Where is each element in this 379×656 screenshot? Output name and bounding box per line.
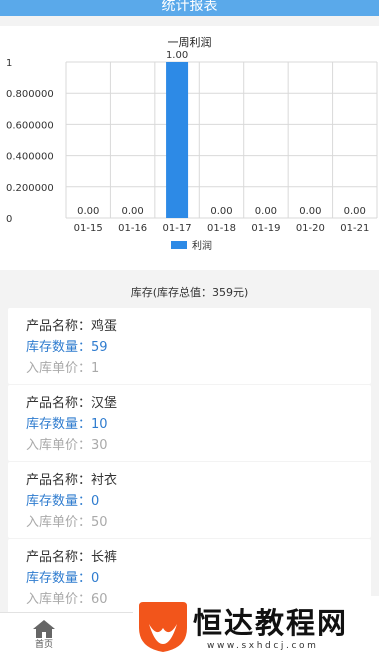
data-label: 0.00 xyxy=(344,206,366,217)
stock-quantity: 库存数量：0 xyxy=(26,494,100,509)
y-tick-label: 0 xyxy=(6,214,12,225)
x-tick-label: 01-18 xyxy=(207,223,236,234)
data-label: 0.00 xyxy=(77,206,99,217)
inventory-title: 库存(库存总值：359元) xyxy=(0,278,379,308)
tab-home[interactable]: 首页 xyxy=(22,619,66,655)
x-tick-label: 01-21 xyxy=(340,223,369,234)
watermark-title: 恒达教程网 xyxy=(193,606,349,640)
y-tick-label: 0.600000 xyxy=(6,120,54,131)
data-label: 0.00 xyxy=(122,206,144,217)
data-label: 0.00 xyxy=(299,206,321,217)
chart-title: 一周利润 xyxy=(167,36,212,49)
inventory-item-card[interactable]: 产品名称：鸡蛋 库存数量：59 入库单价：1 xyxy=(8,308,371,384)
x-tick-label: 01-15 xyxy=(74,223,103,234)
page-title: 统计报表 xyxy=(161,0,218,14)
stock-quantity: 库存数量：59 xyxy=(26,340,108,355)
product-name: 产品名称：汉堡 xyxy=(26,396,118,411)
y-tick-label: 1 xyxy=(6,58,12,69)
data-label: 1.00 xyxy=(166,50,188,61)
app-header: 统计报表 xyxy=(0,0,379,16)
unit-price: 入库单价：1 xyxy=(26,361,100,376)
watermark-logo-icon xyxy=(139,602,187,652)
unit-price: 入库单价：30 xyxy=(26,438,108,453)
product-name: 产品名称：衬衣 xyxy=(26,473,118,488)
product-name: 产品名称：鸡蛋 xyxy=(26,319,118,334)
tab-home-label: 首页 xyxy=(34,640,53,650)
inventory-section: 库存(库存总值：359元) 产品名称：鸡蛋 库存数量：59 入库单价：1 产品名… xyxy=(0,278,379,612)
legend-swatch xyxy=(171,241,187,249)
profit-bar-chart: 0 0.200000 0.400000 0.600000 0.800000 1 0.00 01… xyxy=(6,50,378,252)
y-tick-label: 0.800000 xyxy=(6,89,54,100)
watermark-banner: 恒达教程网 www.sxhdcj.com xyxy=(133,596,379,656)
bar xyxy=(166,62,189,218)
x-tick-label: 01-19 xyxy=(251,223,280,234)
product-name: 产品名称：长裤 xyxy=(26,550,118,565)
x-tick-label: 01-20 xyxy=(296,223,325,234)
data-label: 0.00 xyxy=(210,206,232,217)
profit-chart-card: 0 0.200000 0.400000 0.600000 0.800000 1 0.00 01… xyxy=(0,26,379,270)
stock-quantity: 库存数量：0 xyxy=(26,571,100,586)
inventory-item-card[interactable]: 产品名称：汉堡 库存数量：10 入库单价：30 xyxy=(8,385,371,461)
home-icon xyxy=(33,620,55,638)
watermark-url: www.sxhdcj.com xyxy=(207,641,319,651)
stock-quantity: 库存数量：10 xyxy=(26,417,108,432)
unit-price: 入库单价：50 xyxy=(26,515,108,530)
data-label: 0.00 xyxy=(255,206,277,217)
y-tick-label: 0.400000 xyxy=(6,152,54,163)
x-tick-label: 01-17 xyxy=(163,223,192,234)
x-tick-label: 01-16 xyxy=(118,223,147,234)
legend-label: 利润 xyxy=(192,239,212,252)
inventory-item-card[interactable]: 产品名称：衬衣 库存数量：0 入库单价：50 xyxy=(8,462,371,538)
y-tick-label: 0.200000 xyxy=(6,183,54,194)
